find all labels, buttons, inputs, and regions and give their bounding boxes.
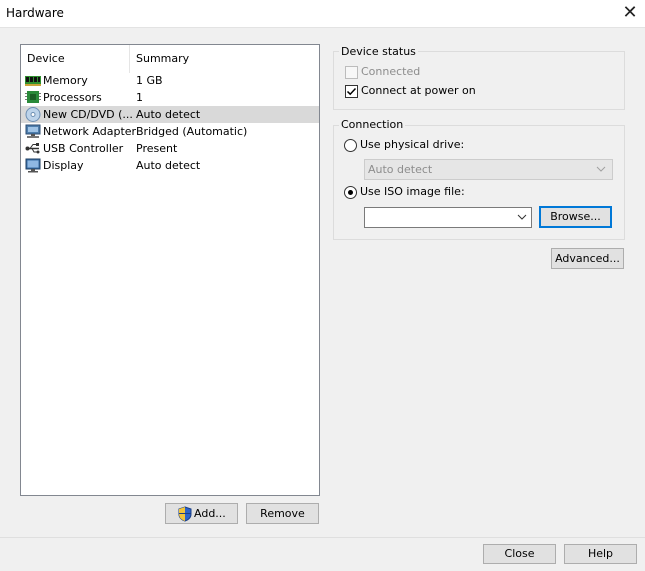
display-icon bbox=[25, 158, 41, 173]
connect-at-power-on-label: Connect at power on bbox=[361, 84, 476, 97]
connect-at-power-on-checkbox[interactable] bbox=[345, 85, 358, 98]
device-name: USB Controller bbox=[43, 142, 124, 155]
physical-drive-value: Auto detect bbox=[368, 163, 433, 176]
device-name: Memory bbox=[43, 74, 88, 87]
device-name: Network Adapter bbox=[43, 125, 137, 138]
help-button[interactable]: Help bbox=[564, 544, 637, 564]
device-name: Display bbox=[43, 159, 84, 172]
device-name: Processors bbox=[43, 91, 102, 104]
device-row-memory[interactable]: Memory 1 GB bbox=[21, 72, 319, 89]
memory-icon bbox=[25, 73, 41, 88]
device-summary: 1 GB bbox=[136, 74, 163, 87]
remove-button[interactable]: Remove bbox=[246, 503, 319, 524]
chevron-down-icon bbox=[596, 166, 606, 172]
chevron-down-icon[interactable] bbox=[517, 214, 527, 221]
connected-label: Connected bbox=[361, 65, 421, 78]
device-row-processors[interactable]: Processors 1 bbox=[21, 89, 319, 106]
device-summary: Bridged (Automatic) bbox=[136, 125, 248, 138]
physical-drive-select[interactable]: Auto detect bbox=[364, 159, 613, 180]
processor-icon bbox=[25, 90, 41, 105]
radio-selected-dot bbox=[348, 190, 353, 195]
close-icon[interactable]: ✕ bbox=[619, 2, 641, 24]
use-iso-image-label: Use ISO image file: bbox=[360, 185, 465, 198]
device-name: New CD/DVD (... bbox=[43, 108, 133, 121]
device-summary: 1 bbox=[136, 91, 143, 104]
checkmark-icon bbox=[346, 87, 357, 96]
browse-button[interactable]: Browse... bbox=[539, 206, 612, 228]
usb-icon bbox=[25, 141, 41, 156]
close-button[interactable]: Close bbox=[483, 544, 556, 564]
device-summary: Auto detect bbox=[136, 159, 201, 172]
device-summary: Present bbox=[136, 142, 178, 155]
use-physical-drive-radio[interactable] bbox=[344, 139, 357, 152]
device-status-group bbox=[333, 51, 625, 110]
connection-legend: Connection bbox=[339, 118, 406, 131]
add-button-label: Add... bbox=[194, 507, 226, 520]
use-iso-image-radio[interactable] bbox=[344, 186, 357, 199]
connected-checkbox[interactable] bbox=[345, 66, 358, 79]
cd-dvd-icon bbox=[25, 107, 41, 122]
window-title: Hardware bbox=[6, 6, 64, 20]
title-bar: Hardware ✕ bbox=[0, 0, 645, 28]
device-list[interactable]: Device Summary Memory 1 GB Processors 1 … bbox=[20, 44, 320, 496]
device-summary: Auto detect bbox=[136, 108, 201, 121]
device-row-cd-dvd[interactable]: New CD/DVD (... Auto detect bbox=[21, 106, 319, 123]
shield-icon bbox=[178, 506, 192, 522]
column-header-summary[interactable]: Summary bbox=[130, 45, 280, 73]
advanced-button[interactable]: Advanced... bbox=[551, 248, 624, 269]
device-row-network-adapter[interactable]: Network Adapter Bridged (Automatic) bbox=[21, 123, 319, 140]
use-physical-drive-label: Use physical drive: bbox=[360, 138, 465, 151]
footer-divider bbox=[0, 537, 645, 538]
iso-path-combobox[interactable] bbox=[364, 207, 532, 228]
device-status-legend: Device status bbox=[339, 45, 418, 58]
device-row-usb-controller[interactable]: USB Controller Present bbox=[21, 140, 319, 157]
device-row-display[interactable]: Display Auto detect bbox=[21, 157, 319, 174]
column-header-device[interactable]: Device bbox=[21, 45, 129, 73]
network-adapter-icon bbox=[25, 124, 41, 139]
add-button[interactable]: Add... bbox=[165, 503, 238, 524]
